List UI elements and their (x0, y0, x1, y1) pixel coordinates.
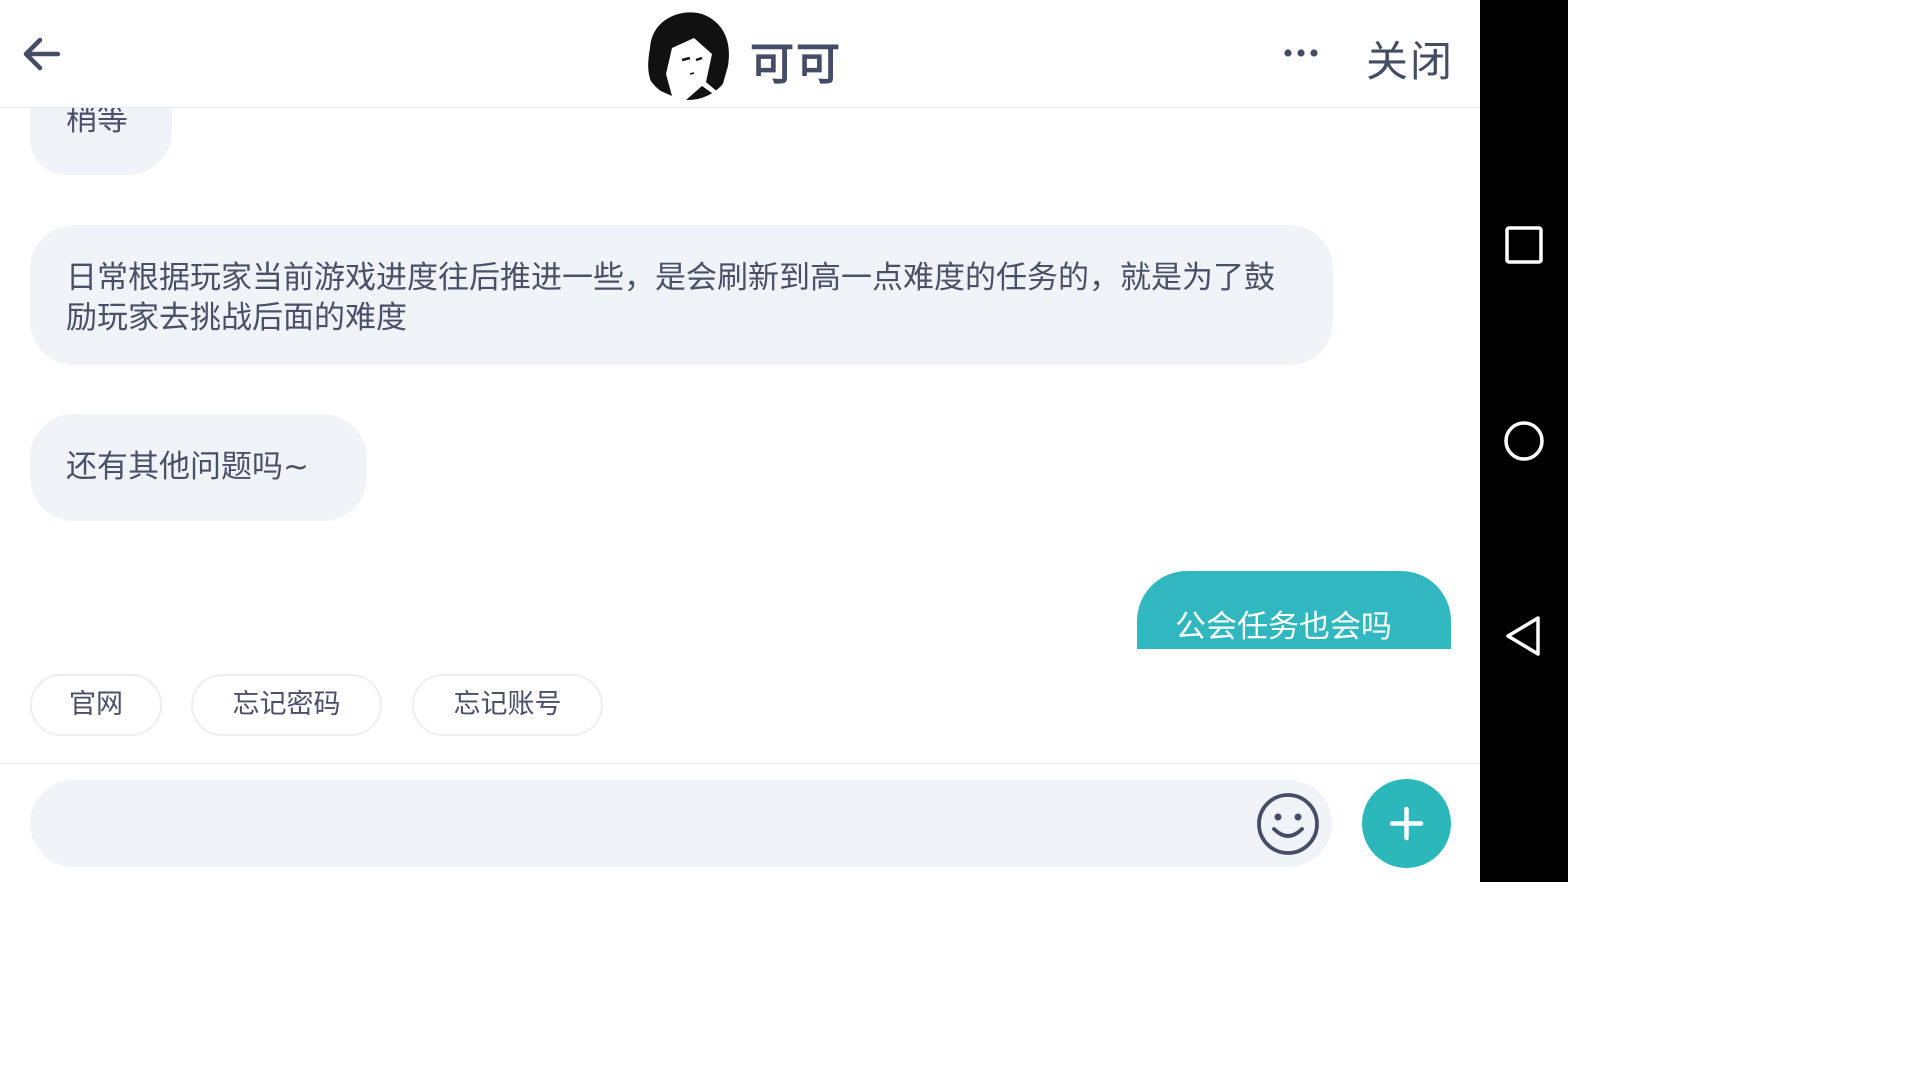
agent-name: 可可 (750, 39, 842, 90)
smiley-icon (1257, 793, 1319, 855)
system-navigation-bar (1480, 0, 1568, 882)
arrow-left-icon (23, 37, 61, 71)
back-button[interactable] (18, 30, 66, 78)
message-list[interactable]: 稍等 日常根据玩家当前游戏进度往后推进一些，是会刷新到高一点难度的任务的，就是为… (0, 108, 1480, 649)
chat-header: 可可 关闭 (0, 0, 1480, 108)
quick-reply-official-site[interactable]: 官网 (30, 674, 162, 736)
emoji-button[interactable] (1255, 791, 1321, 857)
circle-icon (1504, 421, 1544, 461)
square-icon (1505, 226, 1543, 264)
avatar[interactable] (642, 8, 734, 100)
agent-message: 日常根据玩家当前游戏进度往后推进一些，是会刷新到高一点难度的任务的，就是为了鼓励… (30, 225, 1333, 365)
chat-app: 可可 关闭 稍等 日常根据玩家当前游戏进度往后推进一些，是会刷新到高一点难度的任… (0, 0, 1480, 882)
message-input[interactable] (30, 780, 1332, 867)
more-button[interactable] (1276, 36, 1324, 70)
quick-reply-forgot-password[interactable]: 忘记密码 (191, 674, 382, 736)
system-back-button[interactable] (1500, 612, 1548, 660)
more-horizontal-icon (1284, 49, 1318, 57)
triangle-back-icon (1506, 616, 1540, 656)
agent-message: 还有其他问题吗~ (30, 414, 367, 521)
quick-reply-forgot-account[interactable]: 忘记账号 (412, 674, 603, 736)
home-button[interactable] (1500, 417, 1548, 465)
anime-girl-avatar (642, 8, 734, 100)
agent-message: 稍等 (30, 108, 172, 175)
close-button[interactable]: 关闭 (1366, 28, 1454, 89)
attach-button[interactable] (1362, 779, 1451, 868)
quick-replies: 官网 忘记密码 忘记账号 (0, 649, 1480, 763)
recents-button[interactable] (1500, 221, 1548, 269)
composer (0, 763, 1480, 882)
plus-icon (1389, 806, 1424, 841)
user-message: 公会任务也会吗 (1137, 571, 1451, 649)
